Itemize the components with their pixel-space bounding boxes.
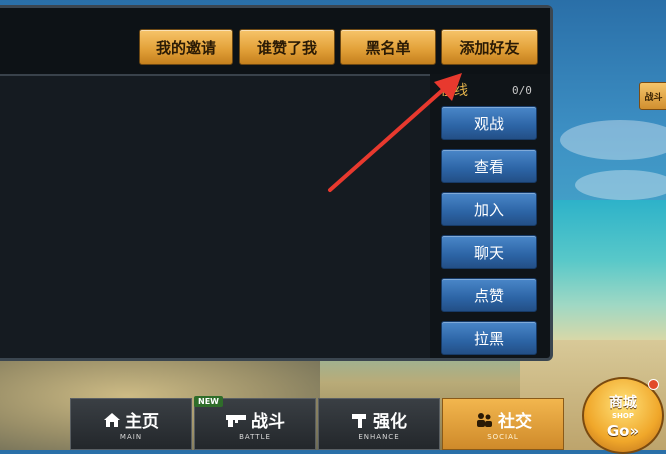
hammer-icon [352,413,366,428]
nav-enhance[interactable]: 强化 ENHANCE [318,398,440,450]
gun-icon [226,414,246,427]
online-label: 在线 [440,83,468,99]
tab-who-liked-me[interactable]: 谁赞了我 [239,29,335,65]
people-icon [477,412,492,427]
block-button[interactable]: 拉黑 [441,321,537,355]
chat-button[interactable]: 聊天 [441,235,537,269]
nav-social-sub: SOCIAL [487,433,519,441]
tab-blacklist[interactable]: 黑名单 [340,29,436,65]
nav-social-label: 社交 [498,412,532,432]
view-button[interactable]: 查看 [441,149,537,183]
spectate-button[interactable]: 观战 [441,106,537,140]
tab-my-invites[interactable]: 我的邀请 [139,29,233,65]
nav-social[interactable]: 社交 SOCIAL [442,398,564,450]
shop-title: 商城 [609,394,637,411]
shop-go: Go» [606,421,640,440]
join-button[interactable]: 加入 [441,192,537,226]
tab-add-friend[interactable]: 添加好友 [441,29,538,65]
bottom-nav: 主页 MAIN 战斗 BATTLE 强化 ENHANCE 社交 SOCIAL N… [70,396,566,450]
nav-main[interactable]: 主页 MAIN [70,398,192,450]
new-badge: NEW [194,396,223,407]
like-button[interactable]: 点赞 [441,278,537,312]
nav-battle-sub: BATTLE [239,433,271,441]
nav-enhance-sub: ENHANCE [358,433,400,441]
sea-background [540,200,666,350]
side-battle-tab[interactable]: 战斗 [639,82,666,110]
cloud [560,120,666,160]
nav-battle-label: 战斗 [251,412,285,432]
notification-dot [648,379,659,390]
nav-main-label: 主页 [125,412,159,432]
online-count: 0/0 [512,84,532,97]
nav-main-sub: MAIN [119,433,143,441]
friend-list-area [0,74,430,358]
nav-enhance-label: 强化 [373,412,407,432]
cloud [575,170,666,200]
home-icon [104,412,120,427]
shop-sub: SHOP [612,411,634,420]
